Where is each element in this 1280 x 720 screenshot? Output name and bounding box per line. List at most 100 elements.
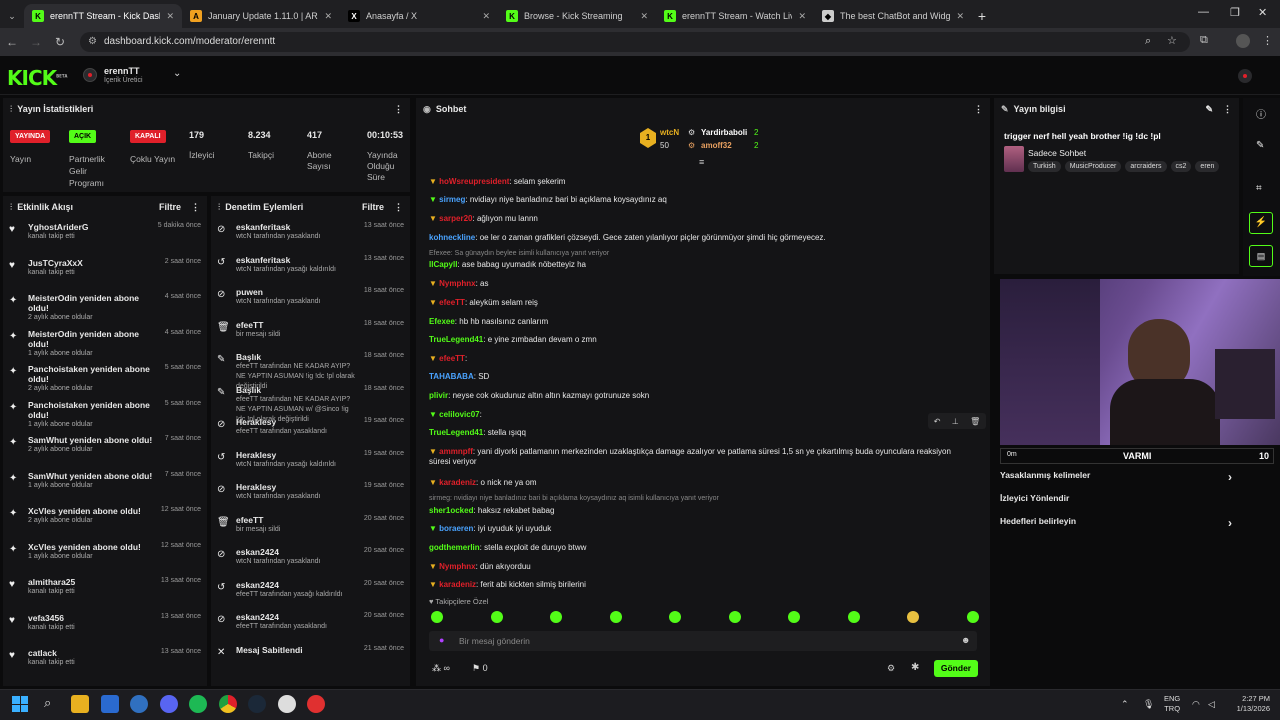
- stream-setting-row[interactable]: Yasaklanmış kelimeler ›: [1000, 470, 1232, 484]
- feed-item-name[interactable]: efeeTT: [236, 515, 356, 525]
- chat-username[interactable]: efeeTT: [439, 354, 465, 363]
- moderation-filter-button[interactable]: Filtre: [362, 202, 384, 213]
- chat-username[interactable]: boraeren: [439, 524, 473, 533]
- top-gifter-3-name[interactable]: amoff32: [701, 141, 732, 150]
- chat-message[interactable]: ▼ boraeren: iyi uyuduk iyi uyuduk: [429, 524, 969, 534]
- tab-4[interactable]: KerennTT Stream - Watch Live o ✕: [656, 4, 814, 28]
- chat-message[interactable]: ▼ hoWsreupresident: selam şekerim: [429, 177, 969, 187]
- feed-item-name[interactable]: eskan2424: [236, 547, 356, 557]
- tab-0[interactable]: KerennTT Stream - Kick Dashboa ✕: [24, 4, 182, 28]
- feed-item-name[interactable]: eskan2424: [236, 612, 356, 622]
- profile-avatar[interactable]: [1236, 34, 1250, 48]
- chat-message[interactable]: TrueLegend41: e yine zımbadan devam o zm…: [429, 335, 969, 345]
- emote-icon[interactable]: [431, 611, 443, 623]
- feed-item[interactable]: 🗑 efeeTT bir mesajı sildi 18 saat önce: [211, 316, 410, 349]
- channel-dropdown-icon[interactable]: ⌄: [173, 68, 181, 79]
- stream-tag[interactable]: MusicProducer: [1064, 161, 1122, 172]
- tab-close-icon[interactable]: ✕: [166, 11, 174, 22]
- expand-leaderboard-icon[interactable]: ≡: [699, 157, 704, 167]
- feed-item[interactable]: ✦ Panchoistaken yeniden abone oldu! 1 aylı…: [3, 396, 207, 432]
- chat-input[interactable]: ● Bir mesaj gönderin ☻: [429, 631, 977, 651]
- taskbar-search-icon[interactable]: ⌕: [44, 695, 51, 711]
- feed-item[interactable]: ⊘ eskan2424 efeeTT tarafından yasaklandı 20…: [211, 608, 410, 641]
- chat-bot-icon[interactable]: ✱: [911, 662, 919, 673]
- pin-icon[interactable]: ⊥: [952, 417, 959, 426]
- emote-icon[interactable]: [550, 611, 562, 623]
- chrome-icon[interactable]: [219, 695, 237, 713]
- feed-item-name[interactable]: Heraklesy: [236, 482, 356, 492]
- feed-item-name[interactable]: Heraklesy: [236, 417, 356, 427]
- emote-icon[interactable]: [847, 611, 860, 623]
- new-tab-button[interactable]: +: [972, 4, 992, 28]
- emote-icon[interactable]: [907, 611, 919, 623]
- chat-username[interactable]: sirmeg: [439, 195, 465, 204]
- feed-item[interactable]: ✦ SamWhut yeniden abone oldu! 1 aylık abon…: [3, 467, 207, 503]
- chat-message[interactable]: ▼ ammnpff: yani diyorki patlamanın merke…: [429, 447, 969, 467]
- close-window-icon[interactable]: ✕: [1258, 6, 1267, 19]
- stream-setting-row[interactable]: Hedefleri belirleyin ›: [1000, 516, 1232, 530]
- feed-item[interactable]: ✦ Panchoistaken yeniden abone oldu! 2 aylı…: [3, 360, 207, 396]
- feed-item-name[interactable]: Panchoistaken yeniden abone oldu!: [28, 364, 153, 384]
- steam-icon[interactable]: [248, 695, 266, 713]
- feed-item-name[interactable]: XcVles yeniden abone oldu!: [28, 542, 153, 552]
- feed-item[interactable]: ✦ XcVles yeniden abone oldu! 1 aylık abone…: [3, 538, 207, 574]
- top-gifter-2-name[interactable]: Yardirbaboli: [701, 128, 747, 137]
- feed-item-name[interactable]: Başlık: [236, 352, 356, 362]
- chat-username[interactable]: karadeniz: [439, 580, 476, 589]
- site-info-icon[interactable]: ⚙: [88, 32, 97, 52]
- feed-item[interactable]: ♥ catlack kanalı takip etti 13 saat önce: [3, 644, 207, 680]
- feed-item-name[interactable]: MeisterOdin yeniden abone oldu!: [28, 329, 153, 349]
- restore-icon[interactable]: ❐: [1230, 6, 1240, 19]
- reload-icon[interactable]: ↻: [48, 35, 72, 49]
- feed-item-name[interactable]: Heraklesy: [236, 450, 356, 460]
- emote-icon[interactable]: [966, 611, 979, 623]
- send-button[interactable]: Gönder: [934, 660, 978, 677]
- tab-close-icon[interactable]: ✕: [324, 11, 332, 22]
- zoom-icon[interactable]: ⌕: [1145, 35, 1151, 48]
- feed-item-name[interactable]: eskanferitask: [236, 255, 356, 265]
- chat-message[interactable]: plivir: neyse cok okudunuz altın altın k…: [429, 391, 969, 401]
- chat-message[interactable]: IlCapyll: ase babag uyumadık nöbetteyiz …: [429, 260, 969, 270]
- tray-mic-icon[interactable]: 🎙: [1143, 699, 1154, 710]
- feed-item-name[interactable]: Mesaj Sabitlendi: [236, 645, 356, 655]
- tab-3[interactable]: K Browse - Kick Streaming ✕: [498, 4, 656, 28]
- chat-username[interactable]: TAHABABA: [429, 372, 474, 381]
- tab-close-icon[interactable]: ✕: [798, 11, 806, 22]
- feed-item-name[interactable]: JusTCyraXxX: [28, 258, 153, 268]
- moderation-menu-icon[interactable]: ⋮: [394, 202, 403, 213]
- edit-stream-icon[interactable]: ✎: [1205, 104, 1213, 115]
- pen-icon[interactable]: ✎: [1256, 140, 1264, 151]
- feed-item-name[interactable]: eskan2424: [236, 580, 356, 590]
- store-icon[interactable]: [101, 695, 119, 713]
- chat-message[interactable]: Efexee: hb hb nasılsınız canlarım: [429, 317, 969, 327]
- feed-item[interactable]: ↺ eskanferitask wtcN tarafından yasağı kal…: [211, 251, 410, 284]
- chat-username[interactable]: plivir: [429, 391, 448, 400]
- tab-2[interactable]: X Anasayfa / X ✕: [340, 4, 498, 28]
- obs-icon[interactable]: [278, 695, 296, 713]
- feed-item[interactable]: ♥ almithara25 kanalı takip etti 13 saat önc…: [3, 573, 207, 609]
- tab-5[interactable]: ◆ The best ChatBot and Widgets ✕: [814, 4, 972, 28]
- feed-item[interactable]: ♥ vefa3456 kanalı takip etti 13 saat önce: [3, 609, 207, 645]
- quick-action-file-icon[interactable]: ▤: [1249, 245, 1273, 267]
- chat-username[interactable]: ammnpff: [439, 447, 473, 456]
- feed-item-name[interactable]: efeeTT: [236, 320, 356, 330]
- reply-icon[interactable]: ↶: [934, 417, 941, 426]
- clock[interactable]: 2:27 PM 1/13/2026: [1230, 694, 1270, 714]
- chat-username[interactable]: Efexee: [429, 317, 455, 326]
- emoji-icon[interactable]: ☻: [961, 635, 970, 645]
- tab-close-icon[interactable]: ✕: [956, 11, 964, 22]
- feed-item[interactable]: ⊘ Heraklesy wtcN tarafından yasaklandı 19 s…: [211, 478, 410, 511]
- volume-icon[interactable]: ◁: [1208, 699, 1215, 710]
- feed-item-name[interactable]: catlack: [28, 648, 153, 658]
- stream-category[interactable]: Sadece Sohbet: [1028, 148, 1086, 158]
- chat-username[interactable]: hoWsreupresident: [439, 177, 509, 186]
- chat-message[interactable]: kohneckline: oe ler o zaman grafikleri ç…: [429, 233, 969, 243]
- feed-item[interactable]: ✕ Mesaj Sabitlendi 21 saat önce: [211, 641, 410, 674]
- bookmark-star-icon[interactable]: ☆: [1167, 34, 1177, 47]
- feed-item-name[interactable]: vefa3456: [28, 613, 153, 623]
- tab-search-icon[interactable]: ⌄: [0, 4, 24, 28]
- chat-message[interactable]: ▼ sarper20: ağlıyon mu lannn: [429, 214, 969, 224]
- chat-username[interactable]: Nymphnx: [439, 279, 475, 288]
- user-avatar[interactable]: [1238, 69, 1252, 83]
- stream-tag[interactable]: arcraiders: [1125, 161, 1167, 172]
